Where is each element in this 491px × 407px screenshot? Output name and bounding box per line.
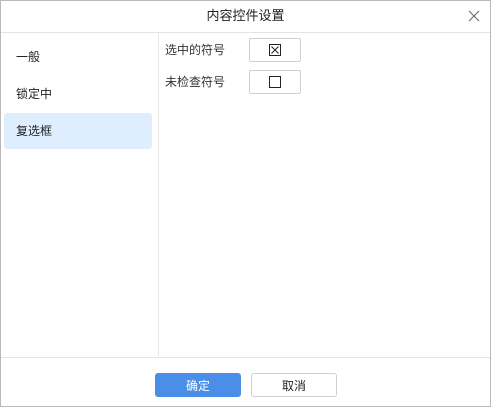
dialog-footer: 确定 取消: [1, 357, 490, 406]
sidebar-item-general[interactable]: 一般: [4, 39, 152, 75]
checkbox-crossed-icon: [269, 44, 281, 56]
close-button[interactable]: [464, 6, 484, 26]
sidebar-item-label: 一般: [16, 50, 41, 64]
unchecked-symbol-row: 未检查符号: [159, 70, 490, 94]
title-bar: 内容控件设置: [1, 1, 490, 33]
sidebar-item-locking[interactable]: 锁定中: [4, 76, 152, 112]
checked-symbol-row: 选中的符号: [159, 38, 490, 62]
checked-symbol-button[interactable]: [249, 38, 301, 62]
content-control-settings-dialog: 内容控件设置 一般 锁定中 复选框 选中的符号 未检查符号 确定 取消: [0, 0, 491, 407]
settings-sidebar: 一般 锁定中 复选框: [1, 33, 159, 356]
ok-button[interactable]: 确定: [155, 373, 241, 397]
dialog-title: 内容控件设置: [206, 9, 285, 24]
cancel-button[interactable]: 取消: [251, 373, 337, 397]
checked-symbol-label: 选中的符号: [165, 43, 226, 57]
unchecked-symbol-button[interactable]: [249, 70, 301, 94]
unchecked-symbol-label: 未检查符号: [165, 75, 226, 89]
close-icon: [468, 10, 480, 22]
sidebar-item-label: 复选框: [16, 124, 53, 138]
sidebar-item-label: 锁定中: [16, 87, 53, 101]
sidebar-item-checkbox[interactable]: 复选框: [4, 113, 152, 149]
checkbox-empty-icon: [269, 76, 281, 88]
checkbox-settings-panel: 选中的符号 未检查符号: [159, 33, 490, 356]
